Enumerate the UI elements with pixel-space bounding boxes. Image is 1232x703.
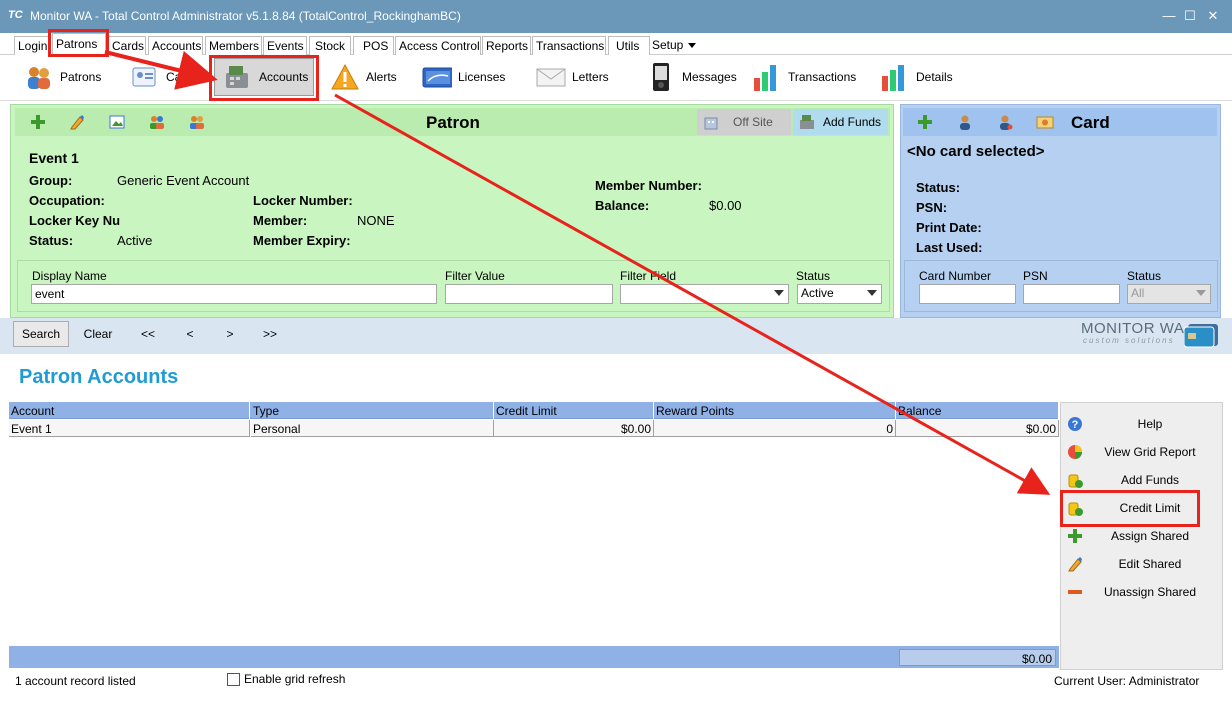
- annotation-arrows: [104, 50, 1051, 495]
- arrow-to-accounts: [104, 50, 218, 90]
- arrow-to-credit-limit: [334, 93, 1051, 495]
